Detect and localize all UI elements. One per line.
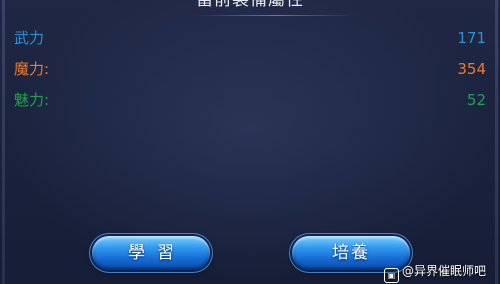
stat-value-magic: 354 bbox=[457, 60, 486, 78]
title-divider bbox=[195, 15, 355, 16]
stat-label-charm: 魅力: bbox=[14, 91, 50, 109]
stat-row-magic: 魔力: 354 bbox=[14, 58, 486, 80]
stat-value-charm: 52 bbox=[466, 91, 486, 109]
stat-label-force: 武力 bbox=[14, 29, 45, 47]
watermark: ▣ @异界催眠师吧 bbox=[384, 262, 487, 283]
watermark-text: @异界催眠师吧 bbox=[402, 264, 487, 278]
stat-value-force: 171 bbox=[457, 29, 486, 47]
stat-label-magic: 魔力: bbox=[14, 60, 50, 78]
stat-row-force: 武力 171 bbox=[14, 27, 486, 49]
learn-button[interactable]: 學習 bbox=[92, 236, 210, 270]
panel-title: 當前裝備屬性 bbox=[196, 0, 304, 10]
panel-frame-left bbox=[2, 0, 5, 284]
attribute-panel: 當前裝備屬性 武力 171 魔力: 354 魅力: 52 學習 培養 ▣ @异界催… bbox=[0, 0, 500, 284]
stat-row-charm: 魅力: 52 bbox=[14, 89, 486, 111]
panel-frame-right bbox=[495, 0, 498, 284]
weibo-logo-icon: ▣ bbox=[384, 268, 399, 283]
